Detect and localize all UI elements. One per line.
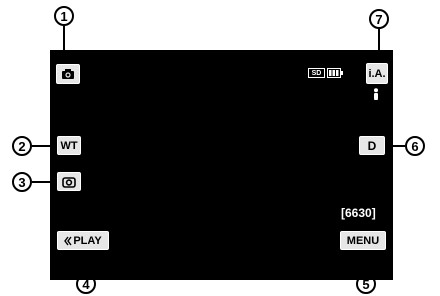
tele-wide-button[interactable]: WT	[57, 136, 81, 155]
display-label: D	[367, 138, 377, 153]
callout-1: 1	[54, 6, 74, 26]
callout-2: 2	[12, 136, 32, 156]
play-label: PLAY	[73, 234, 102, 247]
callout-6: 6	[405, 136, 425, 156]
portrait-icon	[373, 88, 379, 100]
sd-card-indicator: SD	[308, 68, 325, 78]
display-button[interactable]: D	[359, 136, 385, 155]
snapshot-button[interactable]	[57, 172, 81, 191]
camera-icon	[61, 68, 75, 80]
remaining-shots-counter: [6630]	[341, 206, 376, 220]
camera-screen: SD i.A. WT D [6630] PLAY MENU	[50, 50, 393, 280]
menu-label: MENU	[346, 234, 380, 247]
callout-3: 3	[12, 172, 32, 192]
intelligent-auto-label: i.A.	[368, 67, 386, 80]
capture-mode-button[interactable]	[56, 64, 80, 84]
play-button[interactable]: PLAY	[57, 231, 109, 250]
snapshot-camera-icon	[62, 176, 76, 188]
intelligent-auto-button[interactable]: i.A.	[366, 63, 388, 84]
tele-wide-label: WT	[60, 139, 78, 152]
callout-7: 7	[369, 9, 389, 29]
sd-label: SD	[311, 69, 322, 77]
battery-icon	[327, 68, 343, 78]
double-chevron-left-icon	[64, 236, 72, 246]
menu-button[interactable]: MENU	[340, 231, 386, 250]
